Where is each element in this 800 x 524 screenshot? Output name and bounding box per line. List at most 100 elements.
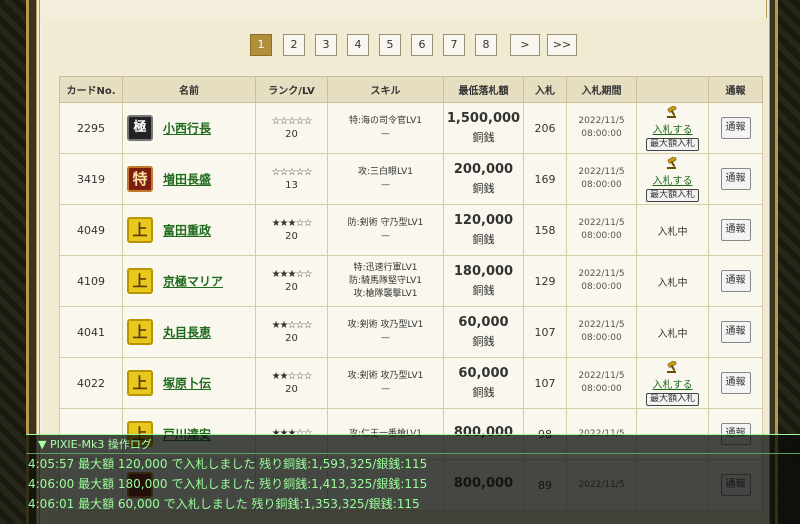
- price-unit: 銅銭: [472, 131, 495, 144]
- header-action: [636, 76, 709, 103]
- report-button[interactable]: 通報: [720, 321, 751, 343]
- period-cell: 2022/11/5 08:00:00: [566, 255, 637, 307]
- rank-stars: ★★☆☆☆: [271, 320, 313, 331]
- period-date: 2022/11/5: [578, 371, 625, 381]
- bid-count: 107: [523, 357, 567, 409]
- min-price: 1,500,000: [446, 111, 521, 126]
- card-name-link[interactable]: 小西行長: [163, 122, 211, 136]
- period-date: 2022/11/5: [578, 116, 625, 126]
- report-button[interactable]: 通報: [720, 117, 751, 139]
- table-row: 4022 上塚原卜伝 ★★☆☆☆ 20 攻:剣術 攻乃型LV1—60,000 銅銭 107 2…: [59, 357, 763, 409]
- card-no: 2295: [59, 102, 123, 154]
- period-time: 08:00:00: [581, 282, 622, 292]
- rank-cell: ★★★☆☆ 20: [255, 204, 328, 256]
- price-unit: 銅銭: [472, 386, 495, 399]
- max-bid-button[interactable]: 最大額入札: [645, 392, 699, 406]
- left-side-panel: [0, 0, 26, 524]
- card-name-link[interactable]: 丸目長恵: [163, 326, 211, 340]
- rank-cell: ☆☆☆☆☆ 20: [255, 102, 328, 154]
- page-button-8[interactable]: 8: [475, 34, 497, 56]
- gavel-icon: [666, 104, 680, 118]
- action-cell: 入札する 最大額入札: [636, 102, 709, 154]
- max-bid-button[interactable]: 最大額入札: [645, 137, 699, 151]
- skill-2: —: [381, 231, 390, 241]
- skill-cell: 攻:三白眼LV1 —: [327, 153, 444, 205]
- page-button-7[interactable]: 7: [443, 34, 465, 56]
- page-button-3[interactable]: 3: [315, 34, 337, 56]
- skill-cell: 防:剣術 守乃型LV1 —: [327, 204, 444, 256]
- card-name-link[interactable]: 富田重政: [163, 224, 211, 238]
- operation-log: ▼ PIXIE-Mk3 操作ログ 4:05:57 最大額 120,000 で入札…: [26, 434, 800, 524]
- bid-link[interactable]: 入札する: [637, 376, 708, 391]
- bid-link[interactable]: 入札する: [637, 121, 708, 136]
- period-time: 08:00:00: [581, 180, 622, 190]
- price-cell: 180,000 銅銭: [443, 255, 524, 307]
- level: 13: [285, 180, 298, 191]
- report-cell: 通報: [708, 306, 763, 358]
- price-unit: 銅銭: [472, 335, 495, 348]
- next-page-button[interactable]: >: [510, 34, 540, 56]
- skill-1: 攻:三白眼LV1: [358, 167, 413, 177]
- action-cell: 入札する 最大額入札: [636, 357, 709, 409]
- card-rarity-icon[interactable]: 上: [127, 370, 153, 396]
- page-button-5[interactable]: 5: [379, 34, 401, 56]
- level: 20: [285, 384, 298, 395]
- card-name-link[interactable]: 増田長盛: [163, 173, 211, 187]
- card-rarity-icon[interactable]: 上: [127, 319, 153, 345]
- card-name-link[interactable]: 京極マリア: [163, 275, 223, 289]
- report-button[interactable]: 通報: [720, 219, 751, 241]
- last-page-button[interactable]: >>: [547, 34, 577, 56]
- report-cell: 通報: [708, 255, 763, 307]
- period-date: 2022/11/5: [578, 167, 625, 177]
- name-cell: 上京極マリア: [122, 255, 256, 307]
- report-button[interactable]: 通報: [720, 270, 751, 292]
- bid-link[interactable]: 入札する: [637, 172, 708, 187]
- page-button-4[interactable]: 4: [347, 34, 369, 56]
- price-cell: 60,000 銅銭: [443, 306, 524, 358]
- header-card-no: カードNo.: [59, 76, 123, 103]
- name-cell: 上塚原卜伝: [122, 357, 256, 409]
- bid-count: 206: [523, 102, 567, 154]
- price-cell: 200,000 銅銭: [443, 153, 524, 205]
- period-cell: 2022/11/5 08:00:00: [566, 102, 637, 154]
- period-cell: 2022/11/5 08:00:00: [566, 306, 637, 358]
- min-price: 60,000: [458, 366, 509, 381]
- log-line: 4:05:57 最大額 120,000 で入札しました 残り銅銭:1,593,3…: [28, 457, 428, 471]
- card-no: 4022: [59, 357, 123, 409]
- skill-cell: 攻:剣術 攻乃型LV1 —: [327, 357, 444, 409]
- skill-cell: 特:海の司令官LV1 —: [327, 102, 444, 154]
- page-button-6[interactable]: 6: [411, 34, 433, 56]
- level: 20: [285, 282, 298, 293]
- report-button[interactable]: 通報: [720, 372, 751, 394]
- period-time: 08:00:00: [581, 231, 622, 241]
- card-name-link[interactable]: 塚原卜伝: [163, 377, 211, 391]
- page-button-1[interactable]: 1: [250, 34, 272, 56]
- gavel-icon: [666, 359, 680, 373]
- report-cell: 通報: [708, 357, 763, 409]
- bidding-status: 入札中: [657, 328, 688, 340]
- name-cell: 上丸目長恵: [122, 306, 256, 358]
- rank-stars: ☆☆☆☆☆: [271, 116, 313, 127]
- card-rarity-icon[interactable]: 特: [127, 166, 153, 192]
- bid-count: 169: [523, 153, 567, 205]
- header-rank: ランク/LV: [255, 76, 328, 103]
- skill-2: —: [381, 180, 390, 190]
- skill-cell: 攻:剣術 攻乃型LV1 —: [327, 306, 444, 358]
- level: 20: [285, 231, 298, 242]
- page-button-2[interactable]: 2: [283, 34, 305, 56]
- period-date: 2022/11/5: [578, 269, 625, 279]
- max-bid-button[interactable]: 最大額入札: [645, 188, 699, 202]
- header-price: 最低落札額: [443, 76, 524, 103]
- card-rarity-icon[interactable]: 上: [127, 268, 153, 294]
- card-no: 4049: [59, 204, 123, 256]
- card-rarity-icon[interactable]: 上: [127, 217, 153, 243]
- min-price: 180,000: [453, 264, 514, 279]
- skill-2: 防:騎馬隊堅守LV1: [349, 275, 422, 286]
- name-cell: 上富田重政: [122, 204, 256, 256]
- period-cell: 2022/11/5 08:00:00: [566, 204, 637, 256]
- card-rarity-icon[interactable]: 極: [127, 115, 153, 141]
- table-row: 2295 極小西行長 ☆☆☆☆☆ 20 特:海の司令官LV1 — 1,500,000 銅銭 20…: [59, 102, 763, 154]
- report-button[interactable]: 通報: [720, 168, 751, 190]
- rank-cell: ★★☆☆☆ 20: [255, 357, 328, 409]
- log-title[interactable]: ▼ PIXIE-Mk3 操作ログ: [26, 435, 800, 454]
